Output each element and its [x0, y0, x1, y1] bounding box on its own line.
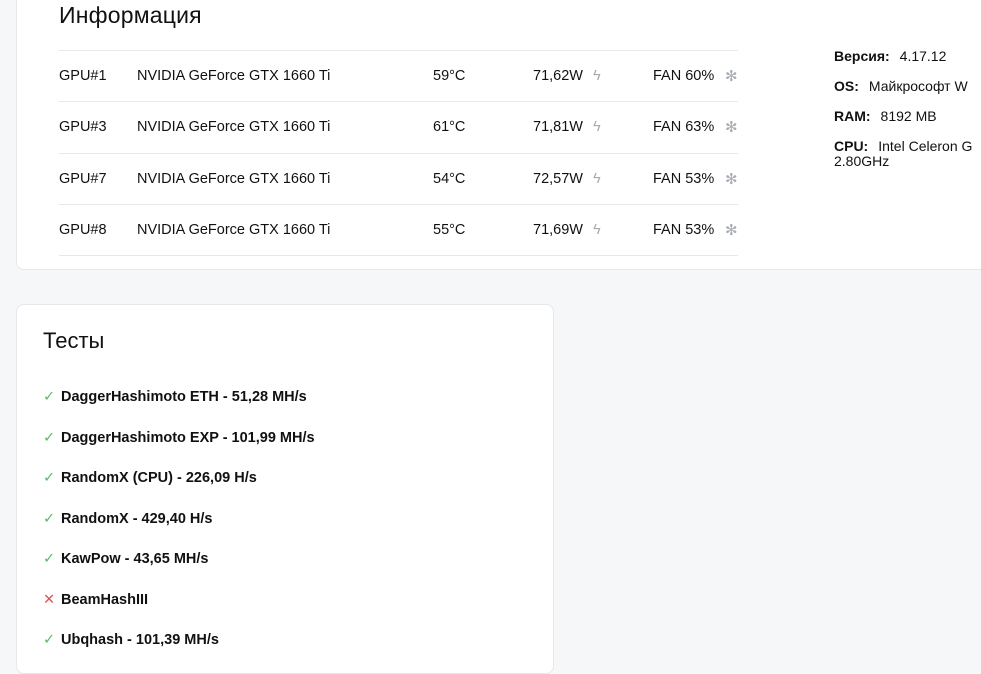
os-line: OS: Майкрософт W	[834, 78, 972, 94]
bolt-icon: ϟ	[593, 119, 601, 136]
gpu-power: 71,62W	[533, 68, 583, 85]
test-label: DaggerHashimoto ETH - 51,28 MH/s	[61, 389, 307, 406]
test-item: ✓ DaggerHashimoto ETH - 51,28 MH/s	[43, 377, 315, 418]
bolt-icon: ϟ	[593, 221, 601, 238]
gpu-fan: FAN 53%	[653, 221, 715, 238]
gpu-name: NVIDIA GeForce GTX 1660 Ti	[137, 119, 331, 136]
gpu-id: GPU#8	[59, 221, 107, 238]
fan-icon: ✻	[725, 221, 738, 239]
cpu-line: CPU: Intel Celeron G	[834, 138, 972, 154]
cpu-label: CPU:	[834, 138, 869, 154]
check-icon: ✓	[43, 389, 56, 406]
gpu-row: GPU#1 NVIDIA GeForce GTX 1660 Ti 59°C 71…	[59, 51, 738, 103]
tests-list: ✓ DaggerHashimoto ETH - 51,28 MH/s ✓ Dag…	[43, 377, 315, 661]
cpu-value: Intel Celeron G	[878, 138, 973, 154]
check-icon: ✓	[43, 470, 56, 487]
gpu-row: GPU#3 NVIDIA GeForce GTX 1660 Ti 61°C 71…	[59, 102, 738, 154]
tests-title: Тесты	[43, 328, 105, 353]
info-title: Информация	[59, 2, 202, 28]
version-value: 4.17.12	[899, 48, 947, 64]
gpu-row: GPU#7 NVIDIA GeForce GTX 1660 Ti 54°C 72…	[59, 154, 738, 205]
check-icon: ✓	[43, 632, 56, 649]
version-line: Версия: 4.17.12	[834, 48, 972, 64]
gpu-id: GPU#1	[59, 68, 107, 85]
gpu-fan: FAN 63%	[653, 119, 715, 136]
ram-line: RAM: 8192 MB	[834, 108, 972, 124]
gpu-temperature: 55°C	[433, 221, 466, 238]
test-item: ✓ KawPow - 43,65 MH/s	[43, 539, 315, 580]
system-info: Версия: 4.17.12 OS: Майкрософт W RAM: 8192 …	[834, 48, 972, 168]
version-label: Версия:	[834, 48, 890, 64]
test-item: ✓ RandomX - 429,40 H/s	[43, 499, 315, 540]
test-item: ✕ BeamHashIII	[43, 580, 315, 621]
gpu-power: 71,81W	[533, 119, 583, 136]
gpu-power: 71,69W	[533, 221, 583, 238]
test-item: ✓ DaggerHashimoto EXP - 101,99 MH/s	[43, 418, 315, 459]
os-value: Майкрософт W	[868, 78, 968, 94]
gpu-fan: FAN 60%	[653, 68, 715, 85]
fan-icon: ✻	[725, 170, 738, 188]
fan-icon: ✻	[725, 68, 738, 86]
fan-icon: ✻	[725, 119, 738, 137]
cpu-frequency: 2.80GHz	[834, 153, 890, 169]
bolt-icon: ϟ	[593, 170, 601, 187]
ram-label: RAM:	[834, 108, 871, 124]
gpu-temperature: 54°C	[433, 170, 466, 187]
gpu-name: NVIDIA GeForce GTX 1660 Ti	[137, 170, 331, 187]
test-label: BeamHashIII	[61, 591, 149, 608]
test-label: RandomX - 429,40 H/s	[61, 510, 213, 527]
cross-icon: ✕	[43, 591, 56, 608]
gpu-fan: FAN 53%	[653, 170, 715, 187]
gpu-name: NVIDIA GeForce GTX 1660 Ti	[137, 221, 331, 238]
check-icon: ✓	[43, 510, 56, 527]
gpu-name: NVIDIA GeForce GTX 1660 Ti	[137, 68, 331, 85]
bolt-icon: ϟ	[593, 68, 601, 85]
gpu-row: GPU#8 NVIDIA GeForce GTX 1660 Ti 55°C 71…	[59, 205, 738, 256]
gpu-table: GPU#1 NVIDIA GeForce GTX 1660 Ti 59°C 71…	[59, 50, 738, 256]
gpu-temperature: 61°C	[433, 119, 466, 136]
test-label: KawPow - 43,65 MH/s	[61, 551, 209, 568]
test-label: Ubqhash - 101,39 MH/s	[61, 632, 219, 649]
ram-value: 8192 MB	[880, 108, 937, 124]
test-item: ✓ RandomX (CPU) - 226,09 H/s	[43, 458, 315, 499]
os-label: OS:	[834, 78, 859, 94]
check-icon: ✓	[43, 551, 56, 568]
test-item: ✓ Ubqhash - 101,39 MH/s	[43, 620, 315, 661]
tests-card: Тесты ✓ DaggerHashimoto ETH - 51,28 MH/s…	[16, 304, 554, 674]
check-icon: ✓	[43, 429, 56, 446]
test-label: DaggerHashimoto EXP - 101,99 MH/s	[61, 429, 315, 446]
gpu-power: 72,57W	[533, 170, 583, 187]
gpu-id: GPU#3	[59, 119, 107, 136]
gpu-temperature: 59°C	[433, 68, 466, 85]
gpu-id: GPU#7	[59, 170, 107, 187]
test-label: RandomX (CPU) - 226,09 H/s	[61, 470, 257, 487]
